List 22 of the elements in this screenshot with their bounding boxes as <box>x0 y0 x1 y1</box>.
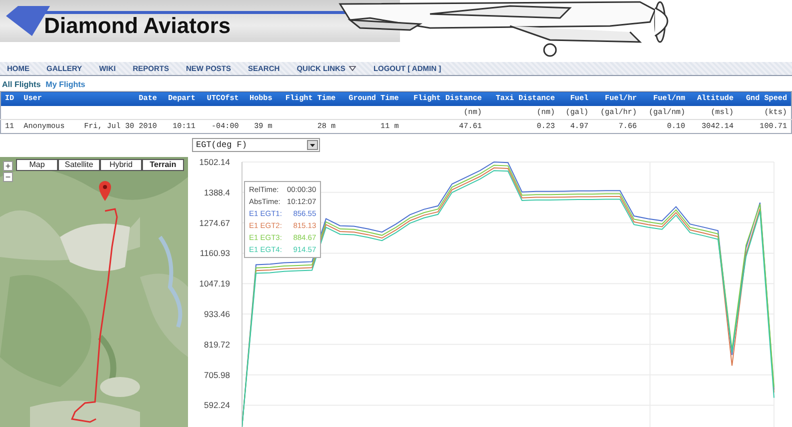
map-marker-icon <box>99 181 111 201</box>
caret-icon <box>310 144 315 146</box>
axis-tick-label: 933.46 <box>204 309 230 319</box>
axis-tick-label: 1160.93 <box>200 248 230 258</box>
metric-dropdown[interactable]: EGT(deg F) <box>192 138 320 152</box>
filter-link[interactable]: All Flights <box>2 80 41 89</box>
zoom-button[interactable]: + <box>3 161 13 171</box>
zoom-button[interactable]: − <box>3 172 13 182</box>
axis-tick-label: 705.98 <box>204 370 230 380</box>
axis-tick-label: 1388.4 <box>204 187 230 198</box>
filter-link[interactable]: My Flights <box>46 80 86 89</box>
caret-icon <box>349 66 356 71</box>
site-title: Diamond Aviators <box>44 13 231 39</box>
map-type-button[interactable]: Map <box>16 159 58 171</box>
axis-tick-label: 592.24 <box>204 400 230 410</box>
map-type-button[interactable]: Terrain <box>142 159 184 171</box>
axis-tick-label: 1274.67 <box>199 218 230 228</box>
axis-tick-label: 819.72 <box>204 339 230 350</box>
axis-tick-label: 1502.14 <box>199 157 230 167</box>
map-type-button[interactable]: Satellite <box>58 159 100 171</box>
axis-tick-label: 1047.19 <box>199 278 230 289</box>
map-type-button[interactable]: Hybrid <box>100 159 142 171</box>
